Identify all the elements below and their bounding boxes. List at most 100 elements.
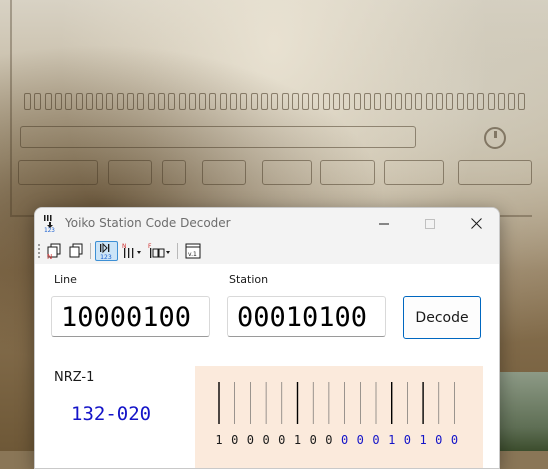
ticket-slot: [137, 93, 145, 110]
ticket-slot: [65, 93, 73, 110]
copy-n-icon: N: [47, 243, 61, 260]
maximize-icon: [425, 218, 435, 229]
ticket-slot: [312, 93, 320, 110]
decode-button[interactable]: Decode: [403, 296, 481, 339]
toolbar-separator: [177, 243, 178, 259]
bit-order-dropdown-icon: N: [122, 243, 141, 258]
ticket-slot: [219, 93, 227, 110]
bit-label: 1: [388, 433, 396, 447]
numeric-mode-icon: 123: [99, 242, 112, 260]
line-code-input[interactable]: 10000100: [51, 296, 210, 337]
ticket-slot: [209, 93, 217, 110]
copy-n-button[interactable]: N: [44, 241, 64, 261]
version-button[interactable]: v.1: [183, 241, 203, 261]
ticket-slot: [54, 93, 62, 110]
bit-label: 1: [293, 433, 302, 447]
svg-text:123: 123: [100, 253, 112, 260]
bit-order-dropdown[interactable]: N: [121, 241, 145, 261]
ticket-slot: [333, 93, 340, 110]
ticket-slot: [106, 93, 114, 110]
ticket-slot: [302, 93, 310, 110]
station-code-input[interactable]: 00010100: [227, 296, 386, 337]
version-icon: v.1: [185, 243, 201, 259]
bit-label: 1: [215, 433, 223, 447]
ticket-slot: [199, 93, 207, 110]
close-button[interactable]: [453, 208, 499, 239]
bit-label: 0: [450, 433, 459, 447]
ticket-slot: [363, 93, 371, 110]
window-title: Yoiko Station Code Decoder: [65, 216, 231, 230]
bit-label: 0: [262, 433, 270, 447]
ticket-slot: [178, 93, 186, 110]
ticket-slot: [456, 93, 464, 110]
ticket-groove: [320, 160, 375, 185]
ticket-slot: [157, 93, 165, 110]
ticket-slot: [374, 93, 382, 110]
ticket-slot: [127, 93, 134, 110]
numeric-mode-button[interactable]: 123: [95, 241, 118, 261]
ticket-card: [10, 0, 532, 217]
ticket-slot: [415, 93, 423, 110]
ticket-groove: [384, 160, 444, 185]
ticket-slot: [96, 93, 104, 110]
ticket-slot: [85, 93, 93, 110]
ticket-slot: [394, 93, 402, 110]
app-window: 123 Yoiko Station Code Decoder N 123 N F…: [34, 207, 500, 469]
station-label: Station: [229, 273, 269, 286]
ticket-slot: [405, 93, 413, 110]
ticket-groove: [18, 160, 98, 185]
bit-label: 0: [340, 433, 349, 447]
ticket-slot: [436, 93, 443, 110]
toolbar-separator: [90, 243, 91, 259]
ticket-slot: [147, 93, 155, 110]
waveform-signal: [218, 382, 455, 424]
minimize-button[interactable]: [361, 208, 407, 239]
ticket-groove: [162, 160, 186, 185]
toolbar-grip[interactable]: [38, 244, 40, 258]
bit-label: 1: [419, 433, 427, 447]
ticket-slot: [230, 93, 237, 110]
ticket-slot: [281, 93, 289, 110]
ticket-slot: [384, 93, 392, 110]
svg-text:v.1: v.1: [188, 251, 197, 258]
minimize-icon: [379, 223, 389, 224]
ticket-slot: [24, 93, 31, 110]
ticket-slot: [322, 93, 330, 110]
frame-format-dropdown[interactable]: F: [147, 241, 173, 261]
ticket-slot: [425, 93, 433, 110]
ticket-slot: [34, 93, 42, 110]
bit-label: 0: [372, 433, 380, 447]
bit-label: 0: [356, 433, 364, 447]
encoding-label: NRZ-1: [54, 370, 95, 385]
ticket-slot: [75, 93, 83, 110]
ticket-slot: [446, 93, 454, 110]
frame-format-dropdown-icon: F: [148, 243, 170, 258]
bit-label: 0: [231, 433, 239, 447]
ticket-knob: [484, 127, 506, 149]
main-panel: Line 10000100 Station 00010100 Decode NR…: [35, 264, 499, 468]
ticket-slot: [497, 93, 505, 110]
title-bar[interactable]: 123 Yoiko Station Code Decoder: [35, 208, 499, 239]
ticket-slot: [240, 93, 248, 110]
svg-text:N: N: [47, 253, 52, 260]
ticket-slot: [508, 93, 516, 110]
bit-label: 0: [403, 433, 411, 447]
bit-label: 0: [325, 433, 333, 447]
app-logo-icon: 123: [43, 215, 59, 234]
ticket-groove: [20, 126, 416, 148]
ticket-slot: [250, 93, 258, 110]
svg-text:123: 123: [44, 227, 55, 233]
waveform-panel: 1000010000010100: [195, 366, 483, 468]
bit-label: 0: [246, 433, 254, 447]
ticket-slot: [353, 93, 361, 110]
copy-button[interactable]: [66, 241, 86, 261]
close-icon: [470, 218, 482, 229]
decoded-station-code: 132-020: [71, 403, 152, 425]
toolbar: N 123 N F v.1: [35, 239, 499, 264]
ticket-slot: [477, 93, 485, 110]
background-foliage: [498, 372, 548, 451]
ticket-slot: [466, 93, 474, 110]
maximize-button[interactable]: [407, 208, 453, 239]
ticket-groove: [108, 160, 152, 185]
ticket-slot: [188, 93, 196, 110]
